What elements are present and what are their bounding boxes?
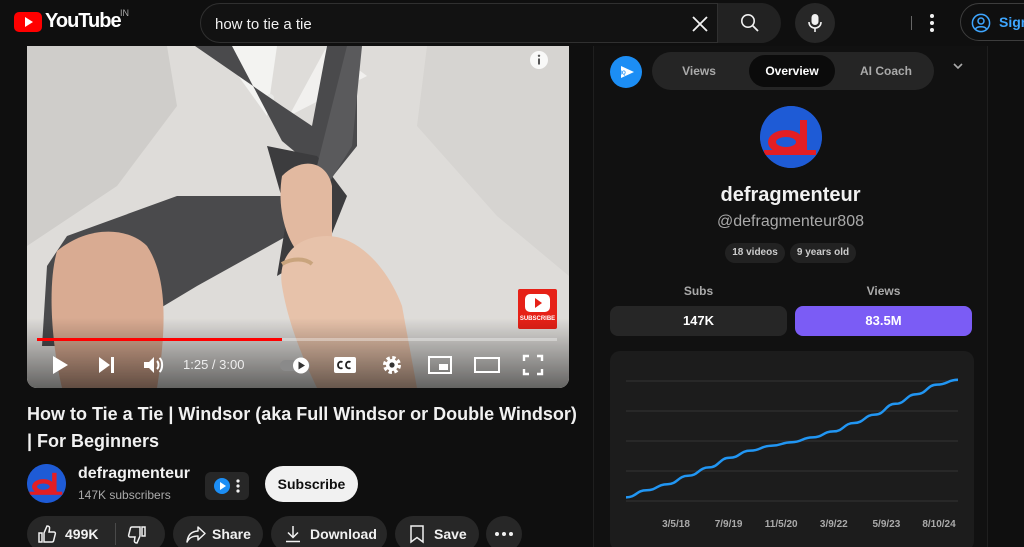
channel-age-chip: 9 years old	[790, 243, 856, 263]
video-count-chip: 18 videos	[725, 243, 785, 263]
progress-bar[interactable]	[37, 338, 557, 341]
panel-channel-avatar[interactable]	[760, 106, 822, 168]
progress-fill	[37, 338, 283, 341]
watermark-play-icon	[525, 294, 550, 312]
subs-label: Subs	[683, 284, 714, 298]
header-divider	[911, 16, 912, 30]
info-icon[interactable]	[529, 50, 549, 70]
chart-series-line	[625, 378, 959, 499]
search-icon	[741, 14, 759, 32]
fullscreen-icon[interactable]	[521, 351, 545, 379]
country-code: IN	[120, 8, 129, 18]
chart-x-tick-label: 3/9/22	[820, 519, 848, 530]
channel-logo-icon	[27, 464, 66, 503]
panel-channel-handle: @defragmenteur808	[717, 213, 864, 230]
sign-in-label: Sign	[999, 14, 1024, 30]
volume-icon[interactable]	[141, 351, 165, 379]
like-divider	[115, 523, 116, 545]
dislike-icon[interactable]	[127, 525, 147, 545]
tab-ai-coach[interactable]: AI Coach	[844, 55, 928, 87]
growth-chart: 3/5/18 7/9/19 11/5/20 3/9/22 5/9/23 8/10/24	[625, 378, 959, 530]
download-button[interactable]: Download	[271, 516, 387, 547]
theater-mode-icon[interactable]	[473, 351, 501, 379]
channel-avatar[interactable]	[27, 464, 66, 503]
play-icon[interactable]	[49, 351, 71, 379]
channel-name[interactable]: defragmenteur	[78, 465, 190, 483]
subscriber-count: 147K subscribers	[78, 488, 171, 502]
top-bar: YouTube IN Sign	[0, 0, 1024, 46]
youtube-play-icon	[14, 11, 42, 32]
clear-search-icon[interactable]	[689, 13, 711, 35]
save-label: Save	[434, 526, 467, 542]
youtube-logo[interactable]: YouTube IN	[14, 8, 129, 33]
settings-icon[interactable]	[380, 351, 404, 379]
more-horizontal-icon	[495, 532, 513, 536]
more-options-icon[interactable]	[920, 10, 944, 36]
vidiq-icon	[214, 478, 240, 494]
subs-value[interactable]: 147K	[610, 306, 787, 336]
miniplayer-icon[interactable]	[427, 351, 453, 379]
growth-chart-card: 3/5/18 7/9/19 11/5/20 3/9/22 5/9/23 8/10/24	[610, 351, 974, 547]
youtube-wordmark: YouTube	[45, 10, 122, 32]
search-box	[200, 3, 781, 43]
panel-tabs: Views Overview AI Coach	[652, 52, 934, 90]
search-button[interactable]	[717, 3, 781, 43]
chart-x-tick-label: 5/9/23	[872, 519, 900, 530]
time-display: 1:25 / 3:00	[183, 357, 245, 372]
download-icon	[286, 526, 300, 543]
views-label: Views	[866, 284, 901, 298]
account-icon	[971, 13, 991, 33]
subscribe-button[interactable]: Subscribe	[265, 466, 358, 502]
video-title: How to Tie a Tie | Windsor (aka Full Win…	[27, 404, 577, 451]
download-label: Download	[310, 526, 377, 542]
share-icon	[186, 526, 206, 543]
next-icon[interactable]	[95, 351, 119, 379]
chart-x-tick-label: 3/5/18	[662, 519, 690, 530]
panel-channel-name: defragmenteur	[720, 184, 861, 206]
channel-logo-icon	[760, 106, 822, 168]
voice-search-button[interactable]	[795, 3, 835, 43]
autoplay-toggle[interactable]	[278, 351, 314, 379]
share-button[interactable]: Share	[173, 516, 263, 547]
chevron-down-icon[interactable]	[952, 62, 964, 70]
bookmark-icon	[410, 525, 424, 544]
chart-x-tick-label: 11/5/20	[765, 519, 798, 530]
more-actions-button[interactable]	[486, 516, 522, 547]
vidiq-logo-icon: IQ	[621, 66, 634, 78]
save-button[interactable]: Save	[395, 516, 479, 547]
svg-text:IQ: IQ	[621, 71, 626, 77]
search-input[interactable]	[215, 13, 675, 35]
vidiq-extension-button[interactable]	[205, 472, 249, 500]
like-count: 499K	[65, 526, 99, 542]
like-dislike-group: 499K	[27, 516, 165, 547]
tab-views[interactable]: Views	[658, 55, 740, 87]
like-icon[interactable]	[37, 524, 57, 544]
views-value[interactable]: 83.5M	[795, 306, 972, 336]
vidiq-logo[interactable]: IQ	[610, 56, 642, 88]
microphone-icon	[808, 14, 822, 32]
chart-x-tick-label: 8/10/24	[922, 519, 956, 530]
chart-x-tick-label: 7/9/19	[715, 519, 743, 530]
sign-in-button[interactable]: Sign	[960, 3, 1024, 41]
vidiq-panel: IQ Views Overview AI Coach defragmenteur…	[593, 46, 988, 547]
share-label: Share	[212, 526, 251, 542]
captions-icon[interactable]	[332, 351, 358, 379]
video-player[interactable]: SUBSCRIBE 1:25 / 3:00	[27, 46, 569, 388]
tab-overview[interactable]: Overview	[749, 55, 835, 87]
